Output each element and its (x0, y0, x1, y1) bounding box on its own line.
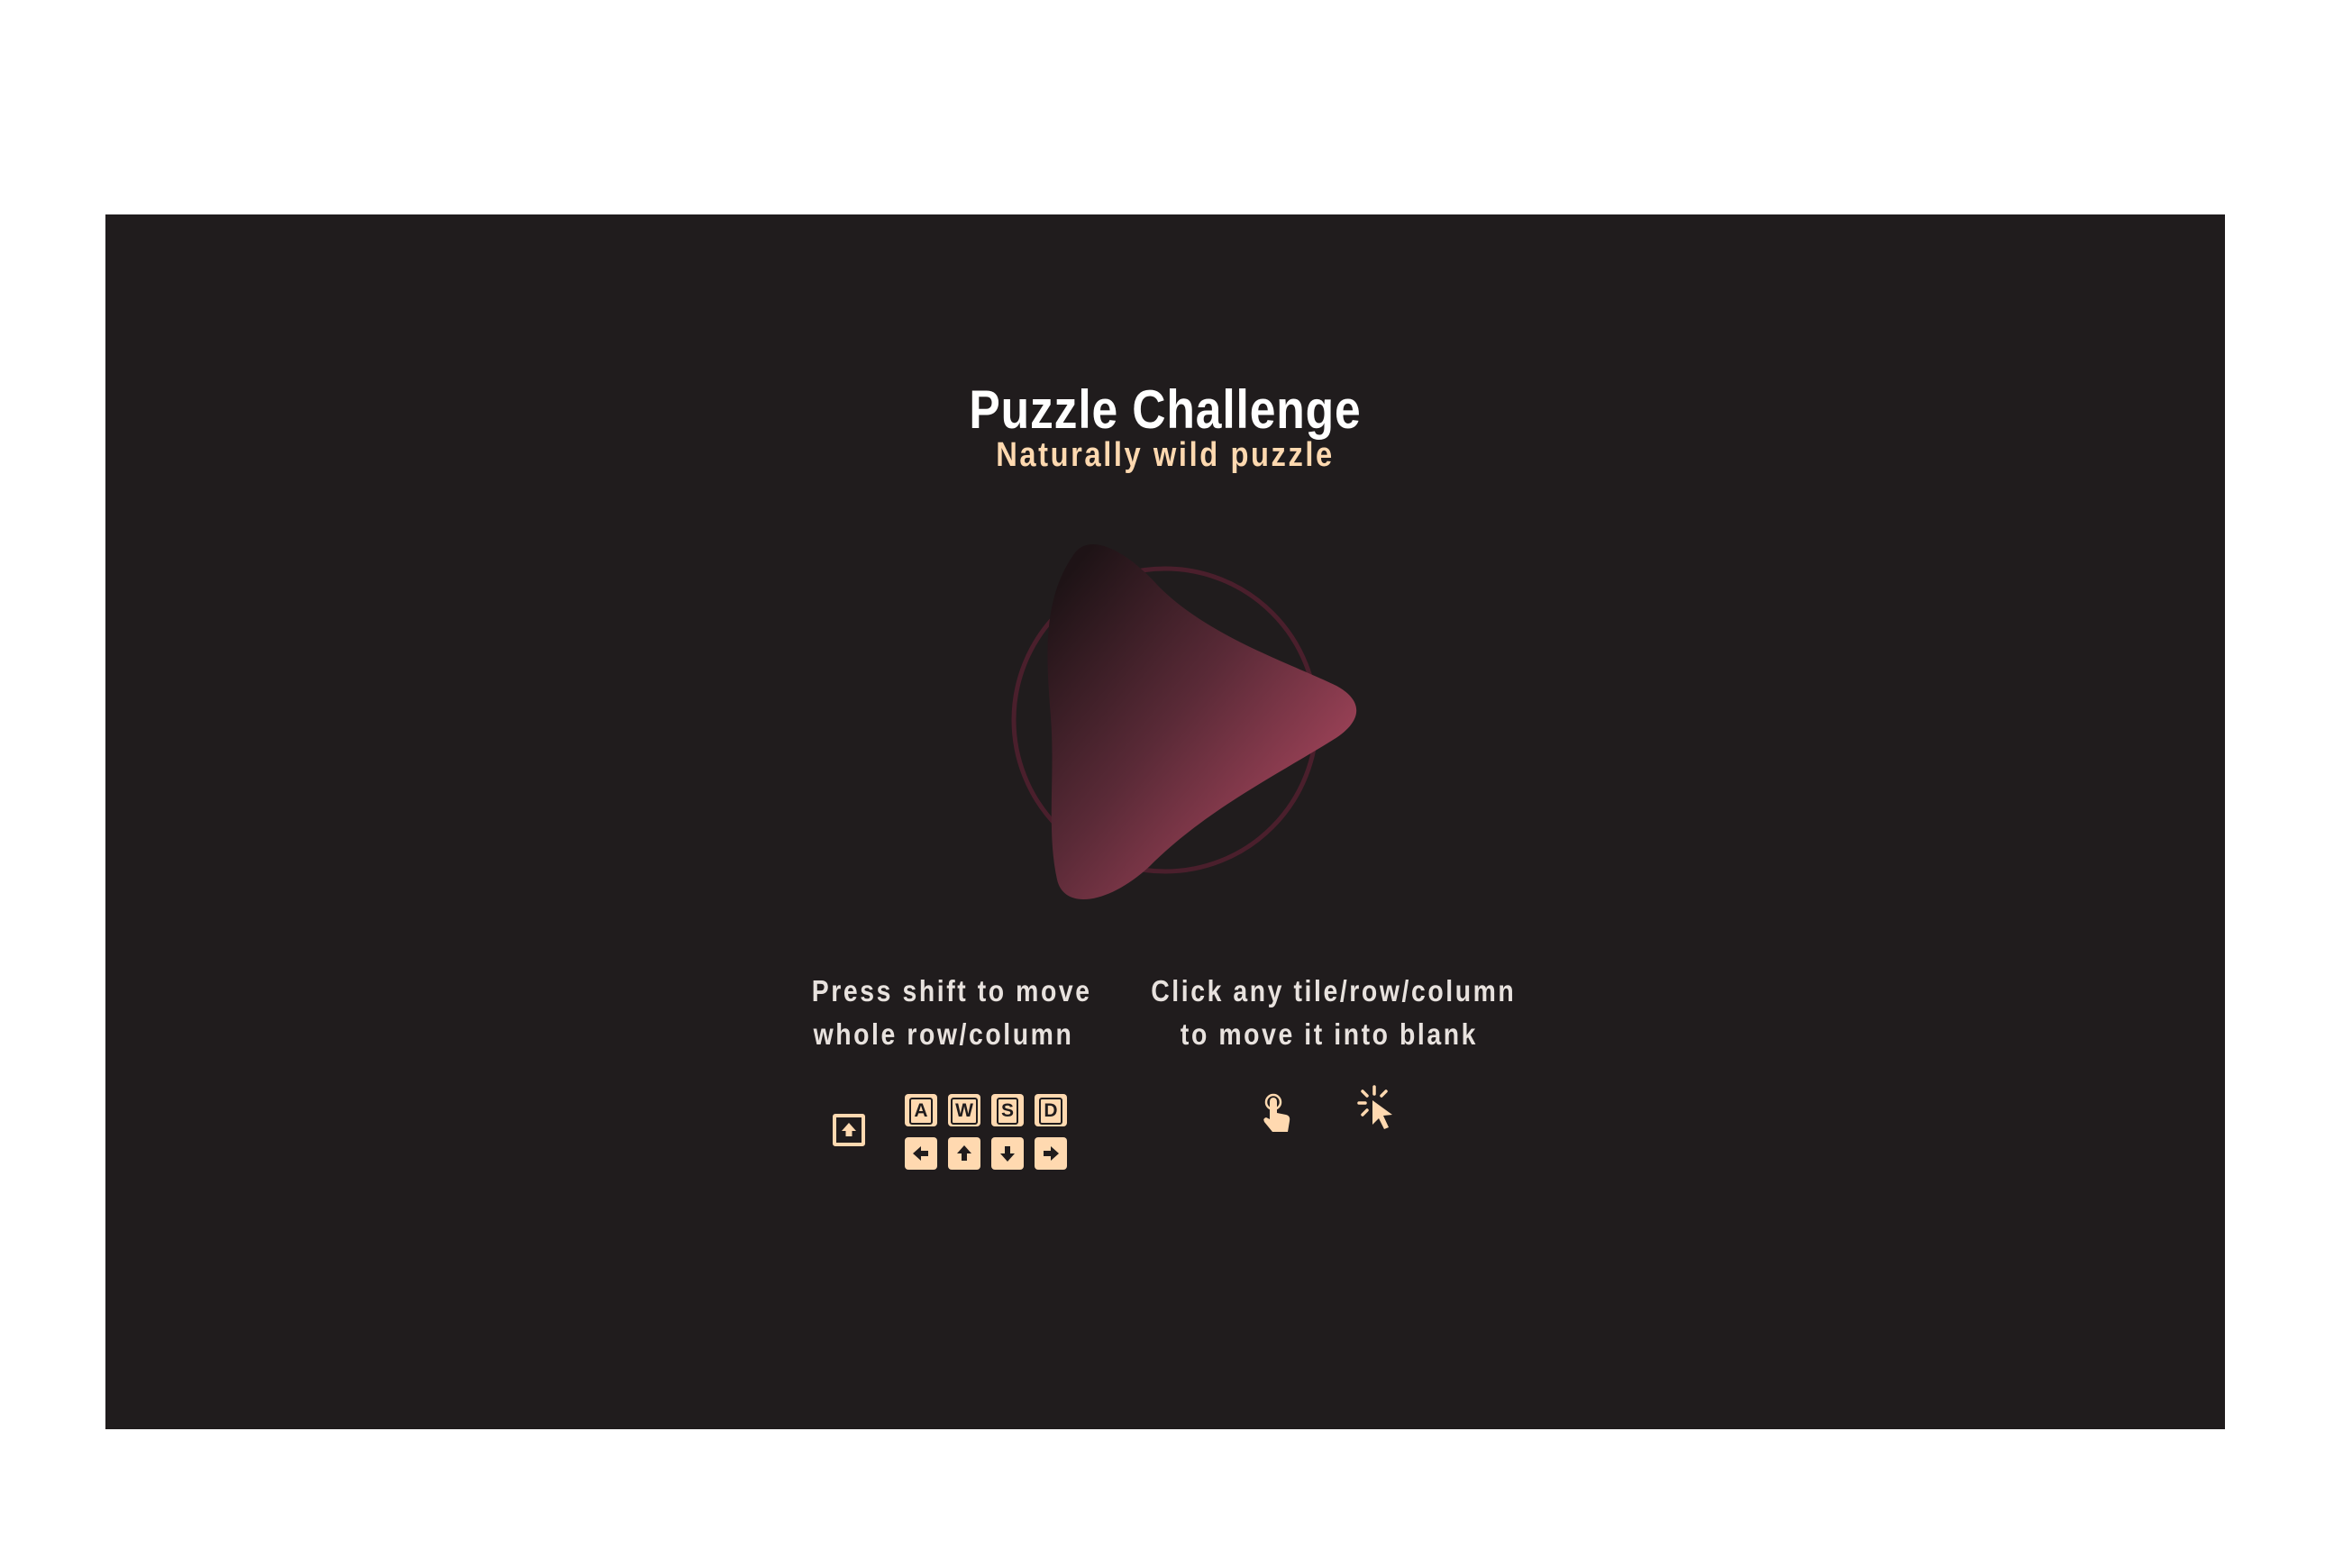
touch-icon (1260, 1091, 1296, 1136)
keyboard-keys: A W S D (905, 1094, 1072, 1175)
game-subtitle: Naturally wild puzzle (996, 436, 1335, 474)
right-arrow-key-icon (1035, 1137, 1067, 1170)
left-arrow-key-icon (905, 1137, 937, 1170)
keyboard-instructions-line2: whole row/column (813, 1017, 1074, 1051)
keyboard-instructions: Press shift to move whole row/column (790, 970, 1097, 1056)
game-screen: Puzzle Challenge Naturally wild puzzle P… (105, 214, 2225, 1429)
a-key-icon: A (905, 1094, 937, 1126)
play-icon[interactable] (1001, 533, 1407, 938)
keyboard-instructions-line1: Press shift to move (811, 974, 1092, 1007)
play-triangle (1047, 543, 1357, 900)
shift-key-icon (833, 1114, 865, 1146)
mouse-click-icon (1356, 1084, 1400, 1135)
game-title: Puzzle Challenge (969, 379, 1362, 440)
mouse-instructions-line2: to move it into blank (1180, 1017, 1479, 1051)
d-key-icon: D (1035, 1094, 1067, 1126)
a-key-label: A (909, 1098, 933, 1125)
d-key-label: D (1039, 1098, 1062, 1125)
s-key-icon: S (991, 1094, 1024, 1126)
up-arrow-key-icon (948, 1137, 980, 1170)
down-arrow-key-icon (991, 1137, 1024, 1170)
mouse-instructions: Click any tile/row/column to move it int… (1122, 970, 1536, 1056)
play-button[interactable] (1001, 533, 1407, 938)
w-key-label: W (951, 1098, 978, 1125)
mouse-instructions-line1: Click any tile/row/column (1151, 974, 1517, 1007)
w-key-icon: W (948, 1094, 980, 1126)
s-key-label: S (996, 1098, 1018, 1125)
